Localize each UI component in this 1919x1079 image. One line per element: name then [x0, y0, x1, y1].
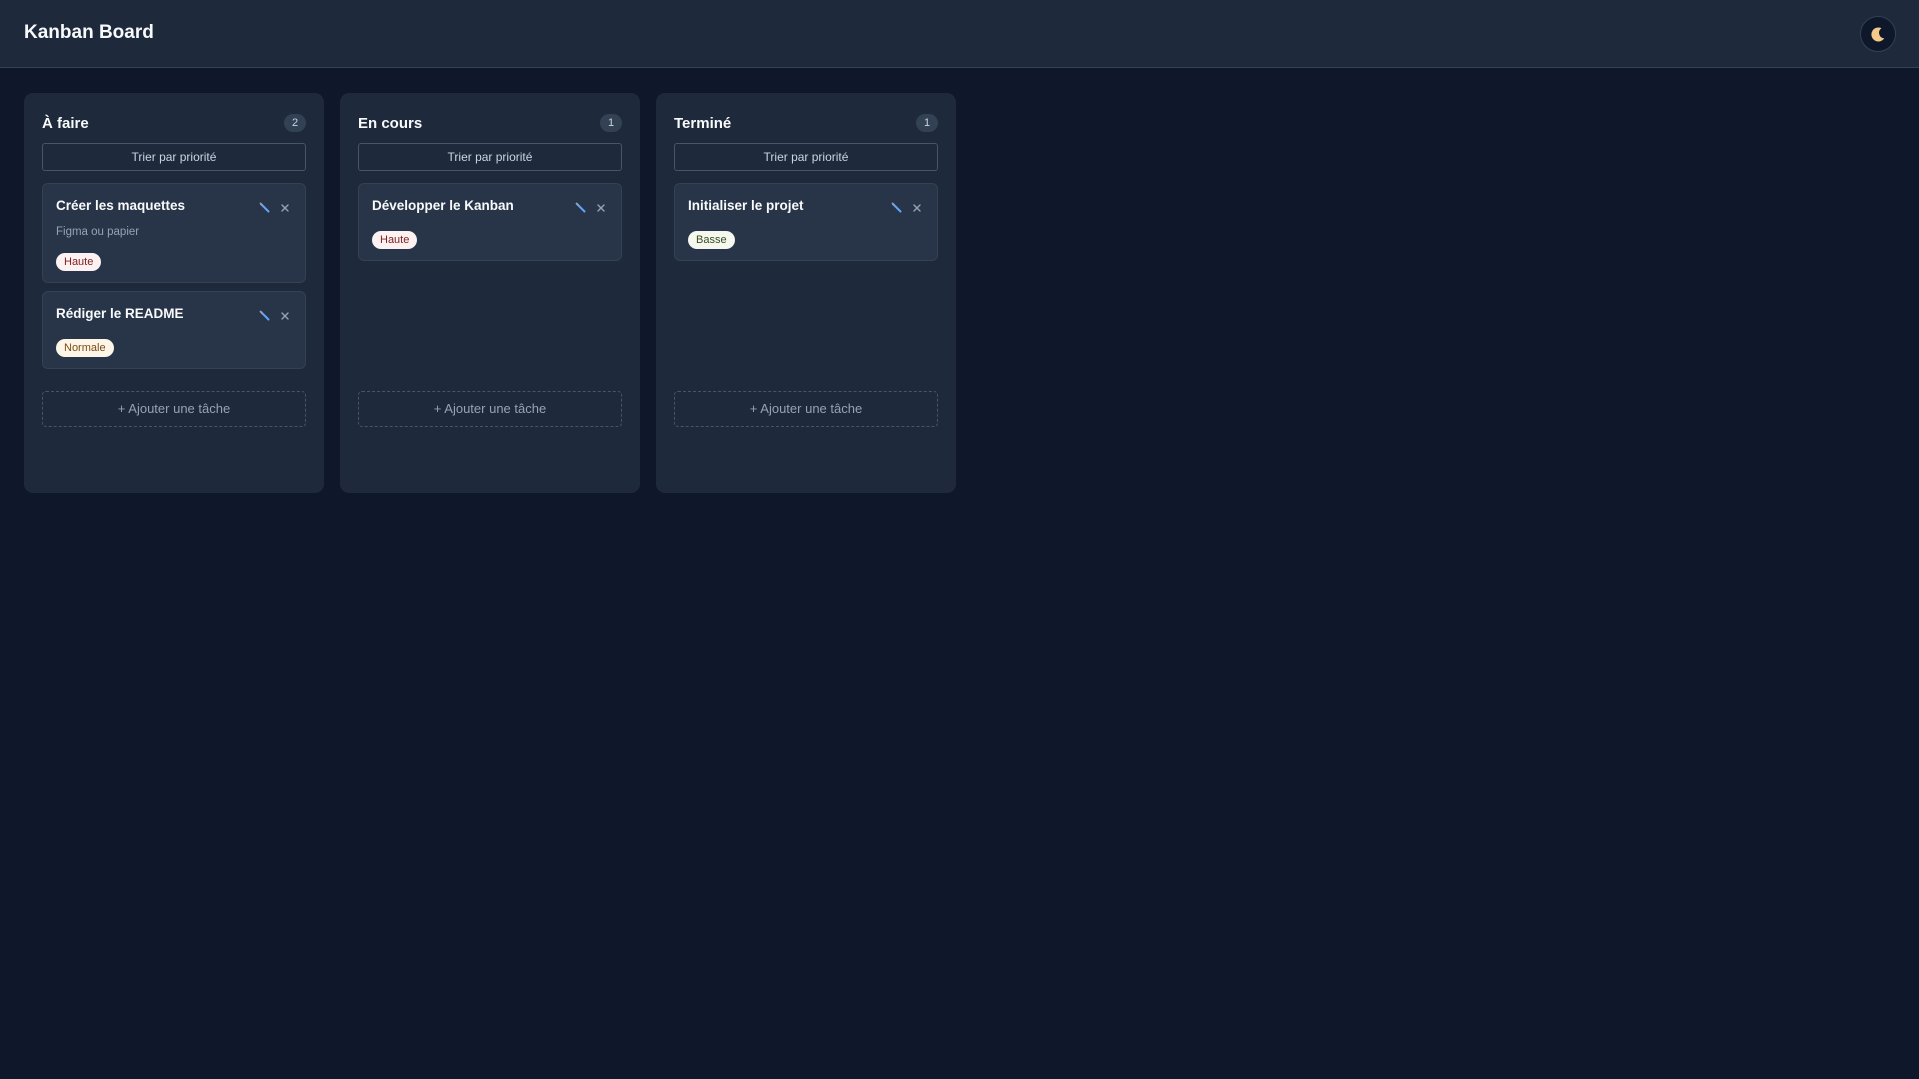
edit-task-button[interactable]	[257, 200, 273, 216]
delete-task-button[interactable]	[593, 200, 609, 216]
theme-toggle-button[interactable]	[1860, 16, 1896, 52]
delete-task-button[interactable]	[909, 200, 925, 216]
add-task-button[interactable]: + Ajouter une tâche	[358, 391, 622, 427]
close-icon	[913, 204, 921, 212]
sort-by-priority-button[interactable]: Trier par priorité	[42, 143, 306, 171]
task-title: Initialiser le projet	[688, 198, 804, 213]
task-count-badge: 1	[916, 114, 938, 132]
column-todo: À faire 2 Trier par priorité Créer les m…	[24, 93, 324, 493]
sort-by-priority-button[interactable]: Trier par priorité	[358, 143, 622, 171]
edit-task-button[interactable]	[889, 200, 905, 216]
task-count-badge: 1	[600, 114, 622, 132]
column-in-progress: En cours 1 Trier par priorité Développer…	[340, 93, 640, 493]
app-title: Kanban Board	[24, 22, 154, 43]
task-count-badge: 2	[284, 114, 306, 132]
task-actions	[257, 200, 293, 216]
add-task-button[interactable]: + Ajouter une tâche	[674, 391, 938, 427]
column-title: En cours	[358, 115, 423, 132]
task-actions	[889, 200, 925, 216]
app-header: Kanban Board	[0, 0, 1919, 68]
task-actions	[257, 308, 293, 324]
task-card[interactable]: Rédiger le README Normale	[42, 291, 306, 369]
pencil-icon	[259, 310, 270, 321]
column-header: À faire 2	[42, 112, 306, 136]
task-title: Rédiger le README	[56, 306, 184, 321]
edit-task-button[interactable]	[257, 308, 273, 324]
column-header: En cours 1	[358, 112, 622, 136]
column-title: Terminé	[674, 115, 732, 132]
column-header: Terminé 1	[674, 112, 938, 136]
edit-task-button[interactable]	[573, 200, 589, 216]
moon-icon	[1871, 27, 1885, 42]
priority-badge: Basse	[688, 231, 735, 249]
column-title: À faire	[42, 115, 89, 132]
add-task-button[interactable]: + Ajouter une tâche	[42, 391, 306, 427]
task-card[interactable]: Initialiser le projet Basse	[674, 183, 938, 261]
task-description: Figma ou papier	[56, 226, 140, 238]
pencil-icon	[259, 202, 270, 213]
task-card[interactable]: Créer les maquettes Figma ou papier Haut…	[42, 183, 306, 283]
pencil-icon	[891, 202, 902, 213]
priority-badge: Normale	[56, 339, 114, 357]
task-title: Créer les maquettes	[56, 198, 186, 213]
task-actions	[573, 200, 609, 216]
close-icon	[281, 204, 289, 212]
column-done: Terminé 1 Trier par priorité Initialiser…	[656, 93, 956, 493]
close-icon	[597, 204, 605, 212]
priority-badge: Haute	[372, 231, 418, 249]
priority-badge: Haute	[56, 253, 102, 271]
task-card[interactable]: Développer le Kanban Haute	[358, 183, 622, 261]
task-title: Développer le Kanban	[372, 198, 514, 213]
pencil-icon	[575, 202, 586, 213]
sort-by-priority-button[interactable]: Trier par priorité	[674, 143, 938, 171]
delete-task-button[interactable]	[277, 200, 293, 216]
delete-task-button[interactable]	[277, 308, 293, 324]
close-icon	[281, 312, 289, 320]
